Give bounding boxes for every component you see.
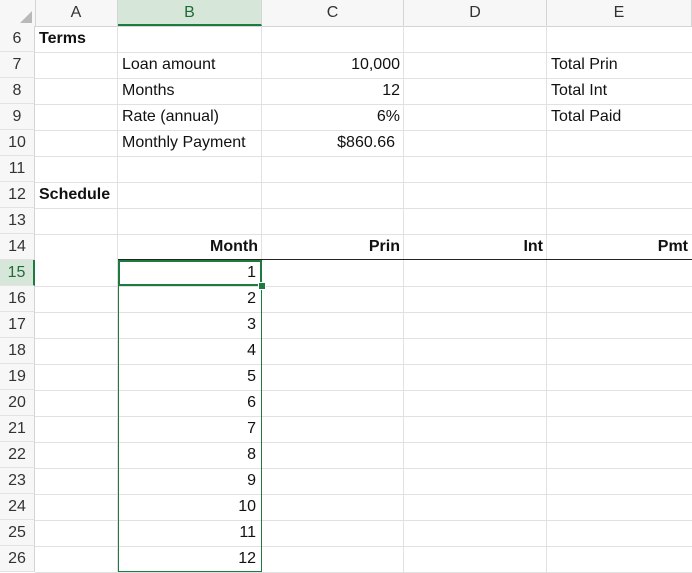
row-header-selected[interactable]: 15 (0, 260, 35, 286)
cell-b14-month-header[interactable]: Month (118, 234, 262, 260)
row-header[interactable]: 8 (0, 78, 35, 104)
row-header[interactable]: 22 (0, 442, 35, 468)
cell-e9-total-label[interactable]: Total Paid (547, 104, 692, 130)
row-header[interactable]: 16 (0, 286, 35, 312)
cell-c14-prin-header[interactable]: Prin (262, 234, 404, 260)
cell-b10-input-label[interactable]: Monthly Payment (118, 130, 262, 156)
column-header-c[interactable]: C (262, 0, 404, 26)
cell-c10-input-value[interactable]: $860.66 (262, 130, 404, 156)
column-header-d[interactable]: D (404, 0, 547, 26)
fill-handle[interactable] (258, 282, 266, 290)
cell-e7-total-label[interactable]: Total Prin (547, 52, 692, 78)
cell-a12-schedule-label[interactable]: Schedule (35, 182, 155, 208)
row-header[interactable]: 14 (0, 234, 35, 260)
spreadsheet: A B C D E 6 7 8 9 10 11 12 13 14 15 16 1… (0, 0, 692, 573)
row-header[interactable]: 17 (0, 312, 35, 338)
cell-b7-input-label[interactable]: Loan amount (118, 52, 262, 78)
cell-c7-input-value[interactable]: 10,000 (262, 52, 404, 78)
grid-line (35, 208, 692, 209)
row-header[interactable]: 13 (0, 208, 35, 234)
cell-e8-total-label[interactable]: Total Int (547, 78, 692, 104)
row-header[interactable]: 25 (0, 520, 35, 546)
column-header-e[interactable]: E (547, 0, 692, 26)
cell-c8-input-value[interactable]: 12 (262, 78, 404, 104)
cell-c9-input-value[interactable]: 6% (262, 104, 404, 130)
row-header[interactable]: 11 (0, 156, 35, 182)
row-header[interactable]: 10 (0, 130, 35, 156)
select-all-triangle-icon (20, 11, 32, 23)
row-header[interactable]: 7 (0, 52, 35, 78)
row-header[interactable]: 6 (0, 26, 35, 52)
cell-b9-input-label[interactable]: Rate (annual) (118, 104, 262, 130)
row-header[interactable]: 21 (0, 416, 35, 442)
cell-b8-input-label[interactable]: Months (118, 78, 262, 104)
column-header-bar: A B C D E (0, 0, 692, 27)
cell-a6-terms-label[interactable]: Terms (35, 26, 118, 52)
column-header-b[interactable]: B (118, 0, 262, 26)
row-header[interactable]: 12 (0, 182, 35, 208)
select-all-corner[interactable] (0, 0, 36, 26)
grid-line (35, 156, 692, 157)
cell-e14-pmt-header[interactable]: Pmt (547, 234, 692, 260)
row-header[interactable]: 18 (0, 338, 35, 364)
row-header[interactable]: 24 (0, 494, 35, 520)
column-header-a[interactable]: A (35, 0, 118, 26)
row-header[interactable]: 23 (0, 468, 35, 494)
row-header[interactable]: 19 (0, 364, 35, 390)
row-header[interactable]: 20 (0, 390, 35, 416)
cell-d14-int-header[interactable]: Int (404, 234, 547, 260)
row-header[interactable]: 9 (0, 104, 35, 130)
active-cell-border[interactable] (118, 260, 262, 286)
row-header[interactable]: 26 (0, 546, 35, 572)
selection-range (118, 260, 262, 572)
